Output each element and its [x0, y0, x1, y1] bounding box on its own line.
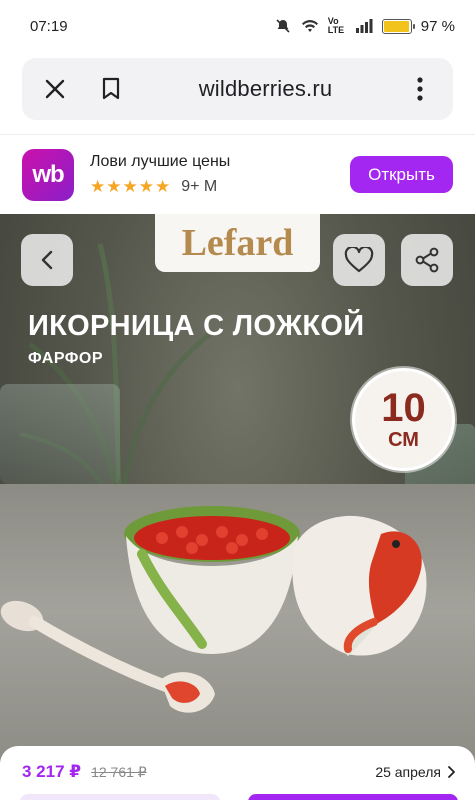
- status-bar: 07:19 Vo LTE 97 %: [0, 0, 475, 52]
- bookmark-icon: [102, 77, 120, 100]
- secondary-action-button[interactable]: [20, 794, 220, 800]
- url-field[interactable]: wildberries.ru: [128, 76, 403, 102]
- close-tab-button[interactable]: [38, 72, 72, 106]
- rating-stars: ★★★★★: [90, 176, 172, 196]
- heart-icon: [344, 247, 374, 273]
- porcelain-spoon: [0, 600, 215, 713]
- old-price: 12 761 ₽: [91, 763, 147, 780]
- purchase-panel: 3 217 ₽ 12 761 ₽ 25 апреля: [0, 746, 475, 800]
- size-unit: СМ: [388, 428, 419, 451]
- status-icons: Vo LTE 97 %: [274, 17, 455, 35]
- product-headline: ИКОРНИЦА С ЛОЖКОЙ: [28, 310, 365, 342]
- wifi-icon: [301, 18, 319, 34]
- app-info: Лови лучшие цены ★★★★★ 9+ M: [90, 153, 350, 197]
- more-vertical-icon: [417, 77, 423, 101]
- battery-icon: [381, 18, 415, 34]
- wildberries-logo: wb: [22, 148, 74, 201]
- glass-decor: [0, 384, 120, 484]
- product-material: ФАРФОР: [28, 350, 104, 367]
- chevron-right-icon: [448, 766, 455, 778]
- bowl-lid: [292, 515, 427, 657]
- browser-menu-button[interactable]: [403, 72, 437, 106]
- install-count: 9+ M: [181, 177, 218, 195]
- open-app-button[interactable]: Открыть: [350, 156, 453, 193]
- signal-icon: [355, 18, 373, 34]
- share-button[interactable]: [401, 234, 453, 286]
- favorite-button[interactable]: [333, 234, 385, 286]
- add-to-cart-button[interactable]: [248, 794, 458, 800]
- app-install-banner: wb Лови лучшие цены ★★★★★ 9+ M Открыть: [0, 134, 475, 214]
- price-row: 3 217 ₽ 12 761 ₽ 25 апреля: [22, 762, 455, 782]
- close-icon: [45, 79, 65, 99]
- status-time: 07:19: [30, 17, 68, 35]
- current-price: 3 217 ₽: [22, 762, 82, 781]
- delivery-date: 25 апреля: [375, 764, 441, 780]
- share-icon: [415, 247, 439, 273]
- size-badge: 10 СМ: [352, 368, 455, 471]
- battery-percent: 97 %: [420, 17, 455, 35]
- browser-toolbar: wildberries.ru: [22, 58, 453, 120]
- delivery-date-link[interactable]: 25 апреля: [375, 764, 455, 780]
- volte-label: Vo LTE: [327, 16, 345, 35]
- app-rating: ★★★★★ 9+ M: [90, 177, 350, 197]
- app-banner-title: Лови лучшие цены: [90, 152, 231, 170]
- mute-icon: [274, 18, 292, 34]
- back-button[interactable]: [21, 234, 73, 286]
- size-value: 10: [381, 385, 426, 430]
- brand-logo: Lefard: [155, 214, 320, 272]
- bookmark-button[interactable]: [94, 72, 128, 106]
- product-image[interactable]: Lefard ИКОРНИЦА С ЛОЖКОЙ ФАРФОР 10 СМ: [0, 214, 475, 800]
- battery-fill: [383, 20, 410, 32]
- chevron-left-icon: [41, 250, 53, 270]
